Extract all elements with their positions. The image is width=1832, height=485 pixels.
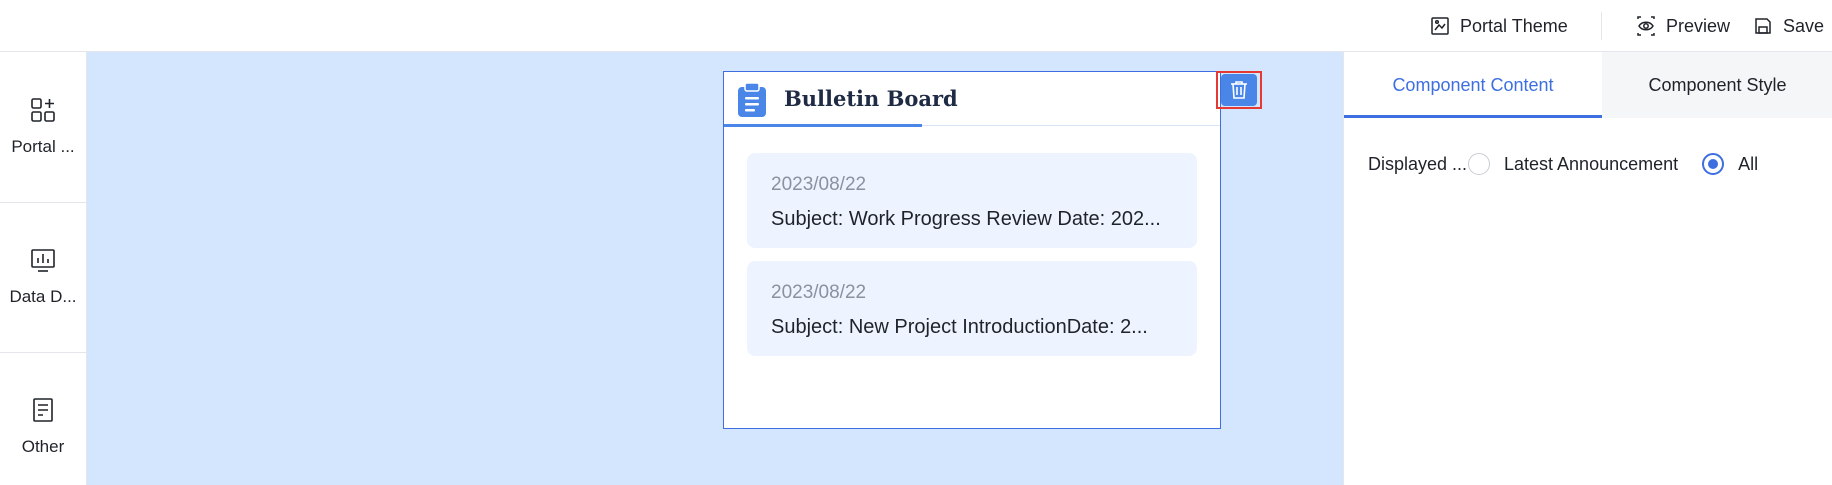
document-icon (33, 398, 53, 422)
component-sidebar: Portal ... Data D... Other (0, 52, 87, 485)
radio-label-latest[interactable]: Latest Announcement (1504, 154, 1678, 175)
card-header: Bulletin Board (724, 72, 1220, 127)
preview-label: Preview (1666, 15, 1731, 36)
sidebar-item-other[interactable]: Other (0, 352, 86, 485)
notice-date: 2023/08/22 (771, 174, 867, 195)
sidebar-item-portal[interactable]: Portal ... (0, 52, 86, 202)
tab-component-content[interactable]: Component Content (1344, 52, 1602, 118)
bulletin-board-component[interactable]: Bulletin Board 2023/08/22 Subject: Work … (723, 71, 1221, 429)
notice-date: 2023/08/22 (771, 282, 867, 303)
palette-icon (1431, 17, 1449, 35)
radio-latest-announcement[interactable] (1468, 153, 1490, 175)
portal-theme-button[interactable]: Portal Theme (1430, 14, 1568, 38)
tab-component-style[interactable]: Component Style (1602, 52, 1832, 118)
save-label: Save (1783, 15, 1825, 36)
active-tab-indicator (1344, 115, 1602, 118)
notice-subject: Subject: Work Progress Review Date: 202.… (771, 208, 1161, 230)
notice-subject: Subject: New Project IntroductionDate: 2… (771, 316, 1148, 338)
radio-all[interactable] (1702, 153, 1725, 175)
delete-component-button[interactable] (1221, 74, 1257, 106)
sidebar-item-label: Portal ... (11, 137, 75, 156)
card-title: Bulletin Board (784, 86, 958, 111)
trash-icon (1231, 81, 1247, 99)
notice-item[interactable]: 2023/08/22 Subject: Work Progress Review… (747, 153, 1197, 248)
notice-item[interactable]: 2023/08/22 Subject: New Project Introduc… (747, 261, 1197, 356)
top-toolbar: Portal Theme Preview Save (0, 0, 1832, 52)
panel-tabs: Component Content Component Style (1344, 52, 1832, 118)
add-component-icon (31, 98, 55, 122)
save-icon (1755, 18, 1771, 34)
sidebar-item-data[interactable]: Data D... (0, 202, 86, 352)
clipboard-icon (738, 83, 766, 117)
sidebar-item-label: Data D... (9, 287, 77, 306)
display-option-label: Displayed ... (1368, 153, 1468, 174)
card-title-underline (724, 124, 922, 127)
eye-icon (1637, 16, 1655, 36)
display-option-row: Displayed ... Latest Announcement All (1368, 148, 1782, 180)
chart-icon (31, 249, 55, 272)
radio-label-all[interactable]: All (1738, 154, 1758, 175)
toolbar-divider (1601, 12, 1602, 40)
sidebar-item-label: Other (21, 437, 65, 456)
portal-theme-label: Portal Theme (1460, 15, 1568, 36)
save-button[interactable]: Save (1753, 14, 1824, 38)
properties-panel: Component Content Component Style Displa… (1343, 52, 1832, 485)
preview-button[interactable]: Preview (1636, 14, 1730, 38)
